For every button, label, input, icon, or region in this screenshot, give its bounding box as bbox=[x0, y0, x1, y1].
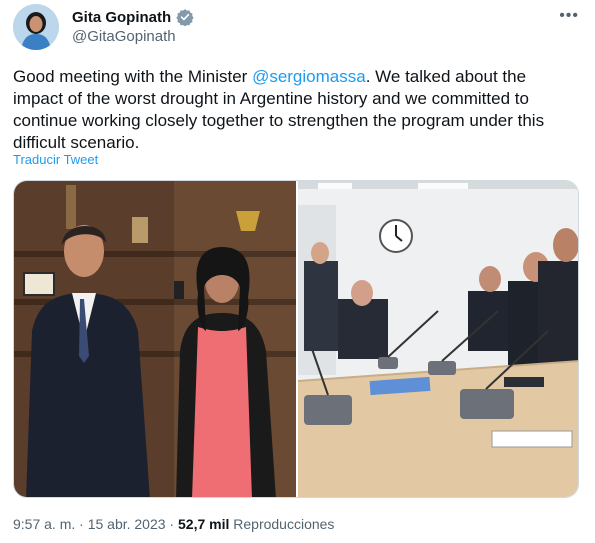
mention-link[interactable]: @sergiomassa bbox=[252, 67, 366, 86]
tweet-footer: 9:57 a. m. · 15 abr. 2023 · 52,7 mil Rep… bbox=[13, 516, 334, 532]
author-handle[interactable]: @GitaGopinath bbox=[72, 28, 176, 45]
author-name[interactable]: Gita Gopinath bbox=[72, 9, 171, 26]
author-name-row[interactable]: Gita Gopinath bbox=[72, 8, 194, 27]
views-count[interactable]: 52,7 mil bbox=[178, 516, 229, 532]
tweet-text: Good meeting with the Minister @sergioma… bbox=[13, 66, 578, 154]
tweet-header: Gita Gopinath @GitaGopinath ••• bbox=[13, 4, 583, 52]
avatar[interactable] bbox=[13, 4, 59, 50]
photo-meeting-portrait[interactable] bbox=[14, 181, 296, 497]
verified-badge-icon bbox=[176, 8, 194, 27]
photo-meeting-table[interactable] bbox=[298, 181, 578, 497]
views-label: Reproducciones bbox=[229, 516, 335, 532]
tweet-media[interactable] bbox=[13, 180, 579, 498]
tweet-timestamp[interactable]: 9:57 a. m. · 15 abr. 2023 · bbox=[13, 516, 178, 532]
tweet-text-start: Good meeting with the Minister bbox=[13, 67, 253, 86]
translate-tweet-link[interactable]: Traducir Tweet bbox=[13, 152, 98, 167]
more-options-icon[interactable]: ••• bbox=[559, 7, 579, 25]
